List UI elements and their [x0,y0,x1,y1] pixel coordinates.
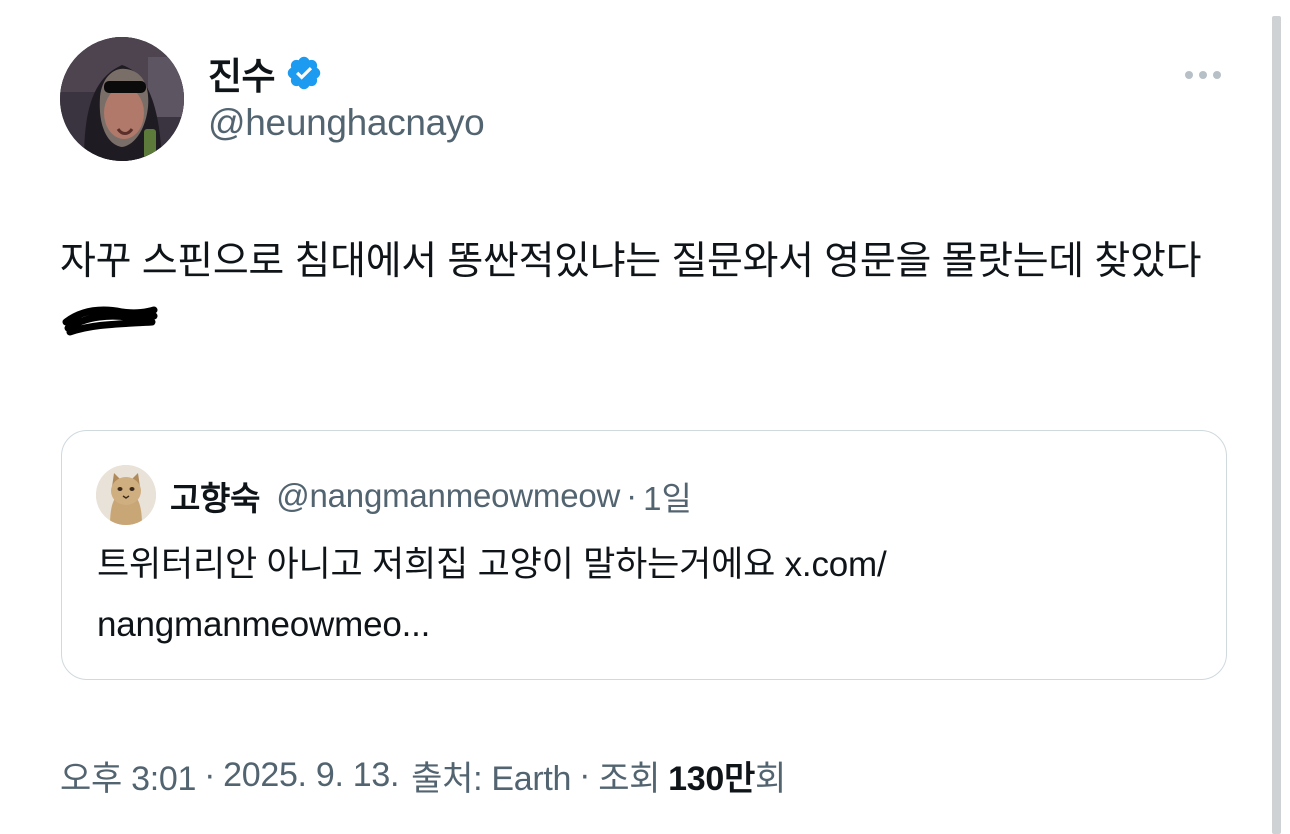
more-dot [1185,71,1193,79]
scrollbar[interactable] [1272,16,1281,834]
tweet-text-content: 자꾸 스핀으로 침대에서 똥싼적있냐는 질문와서 영문을 몰랏는데 찾았다 [60,240,1202,283]
author-avatar-image [60,37,184,161]
quoted-tweet-text: 트위터리안 아니고 저희집 고양이 말하는거에요 x.com/ nangmanm… [97,545,887,644]
tweet-meta: 오후 3:01 · 2025. 9. 13. 출처: Earth · 조회 13… [60,750,786,800]
quoted-author-handle[interactable]: @nangmanmeowmeow [276,477,620,515]
views-suffix: 회 [754,759,786,798]
views-prefix: 조회 [598,759,661,798]
quoted-tweet-card[interactable]: 고향숙 @nangmanmeowmeow · 1일 트위터리안 아니고 저희집 … [61,430,1227,680]
quoted-tweet-header: 고향숙 @nangmanmeowmeow · 1일 [170,473,692,519]
views-count[interactable]: 130만 [668,751,755,800]
author-handle[interactable]: @heunghacnayo [208,102,485,144]
more-dot [1199,71,1207,79]
separator-dot: · [204,755,216,794]
author-name-row[interactable]: 진수 [208,50,323,97]
redacted-scribble [62,296,158,360]
tweet-time[interactable]: 오후 3:01 [60,751,196,800]
more-dot [1213,71,1221,79]
separator-dot: · [579,755,591,794]
more-horizontal-icon[interactable] [1178,60,1228,90]
quoted-author-avatar[interactable] [96,465,156,525]
tweet-date[interactable]: 2025. 9. 13. [223,756,399,795]
tweet-text: 자꾸 스핀으로 침대에서 똥싼적있냐는 질문와서 영문을 몰랏는데 찾았다 [60,230,1220,360]
verified-badge-icon[interactable] [285,54,323,92]
quoted-author-avatar-image [96,465,156,525]
quoted-author-display-name[interactable]: 고향숙 [170,472,260,520]
author-avatar[interactable] [60,37,184,161]
quoted-tweet-time[interactable]: 1일 [643,472,692,520]
tweet-detail: 진수 @heunghacnayo 자꾸 스핀으로 침대에서 똥싼적있냐는 질문와… [0,0,1290,834]
separator-dot: · [626,477,638,514]
author-display-name[interactable]: 진수 [208,46,276,100]
tweet-source: 출처: Earth [411,759,572,798]
